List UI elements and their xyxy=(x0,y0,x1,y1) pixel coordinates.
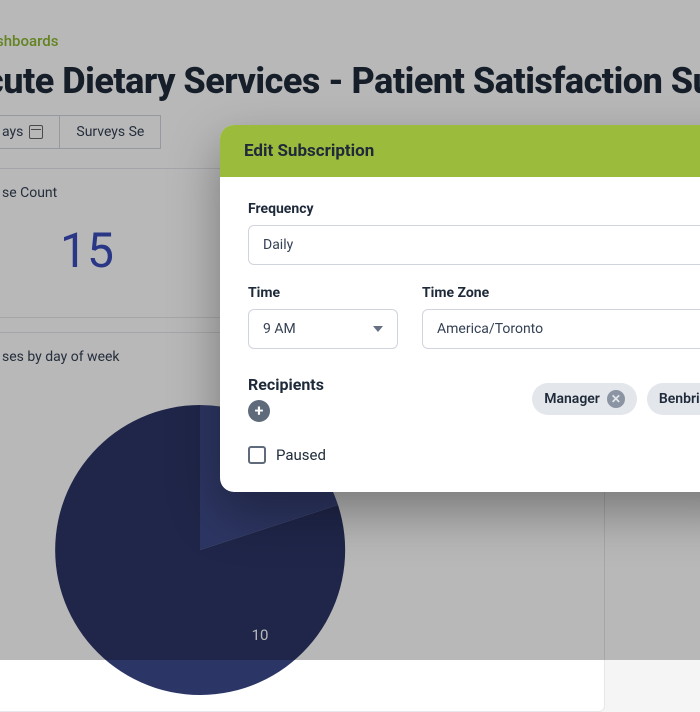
timezone-select[interactable]: America/Toronto xyxy=(422,309,700,349)
recipient-chip-label: Manager xyxy=(544,391,600,407)
modal-title: Edit Subscription xyxy=(220,125,700,177)
frequency-select[interactable]: Daily xyxy=(248,225,700,265)
remove-recipient-button[interactable]: ✕ xyxy=(607,390,625,408)
frequency-label: Frequency xyxy=(248,201,700,217)
time-select[interactable]: 9 AM xyxy=(248,309,398,349)
recipient-chip-manager[interactable]: Manager ✕ xyxy=(532,383,637,415)
paused-row: Paused xyxy=(248,446,700,464)
chevron-down-icon xyxy=(373,326,383,332)
timezone-label: Time Zone xyxy=(422,285,700,301)
time-label: Time xyxy=(248,285,398,301)
paused-checkbox[interactable] xyxy=(248,446,266,464)
edit-subscription-modal: Edit Subscription Frequency Daily Time 9… xyxy=(220,125,700,492)
recipient-chip-benbria[interactable]: Benbria A xyxy=(647,383,700,415)
plus-icon: + xyxy=(255,403,264,419)
add-recipient-button[interactable]: + xyxy=(248,400,270,422)
paused-label: Paused xyxy=(276,446,326,464)
frequency-value: Daily xyxy=(263,237,293,253)
modal-body: Frequency Daily Time 9 AM Time Zone Amer… xyxy=(220,177,700,492)
recipient-chip-label: Benbria A xyxy=(659,391,700,407)
recipient-chips: Manager ✕ Benbria A xyxy=(532,383,700,415)
timezone-value: America/Toronto xyxy=(437,321,543,337)
time-value: 9 AM xyxy=(263,321,296,337)
close-icon: ✕ xyxy=(611,392,621,406)
recipients-label: Recipients xyxy=(248,375,324,394)
recipients-row: Recipients + Manager ✕ Benbria A xyxy=(248,375,700,422)
